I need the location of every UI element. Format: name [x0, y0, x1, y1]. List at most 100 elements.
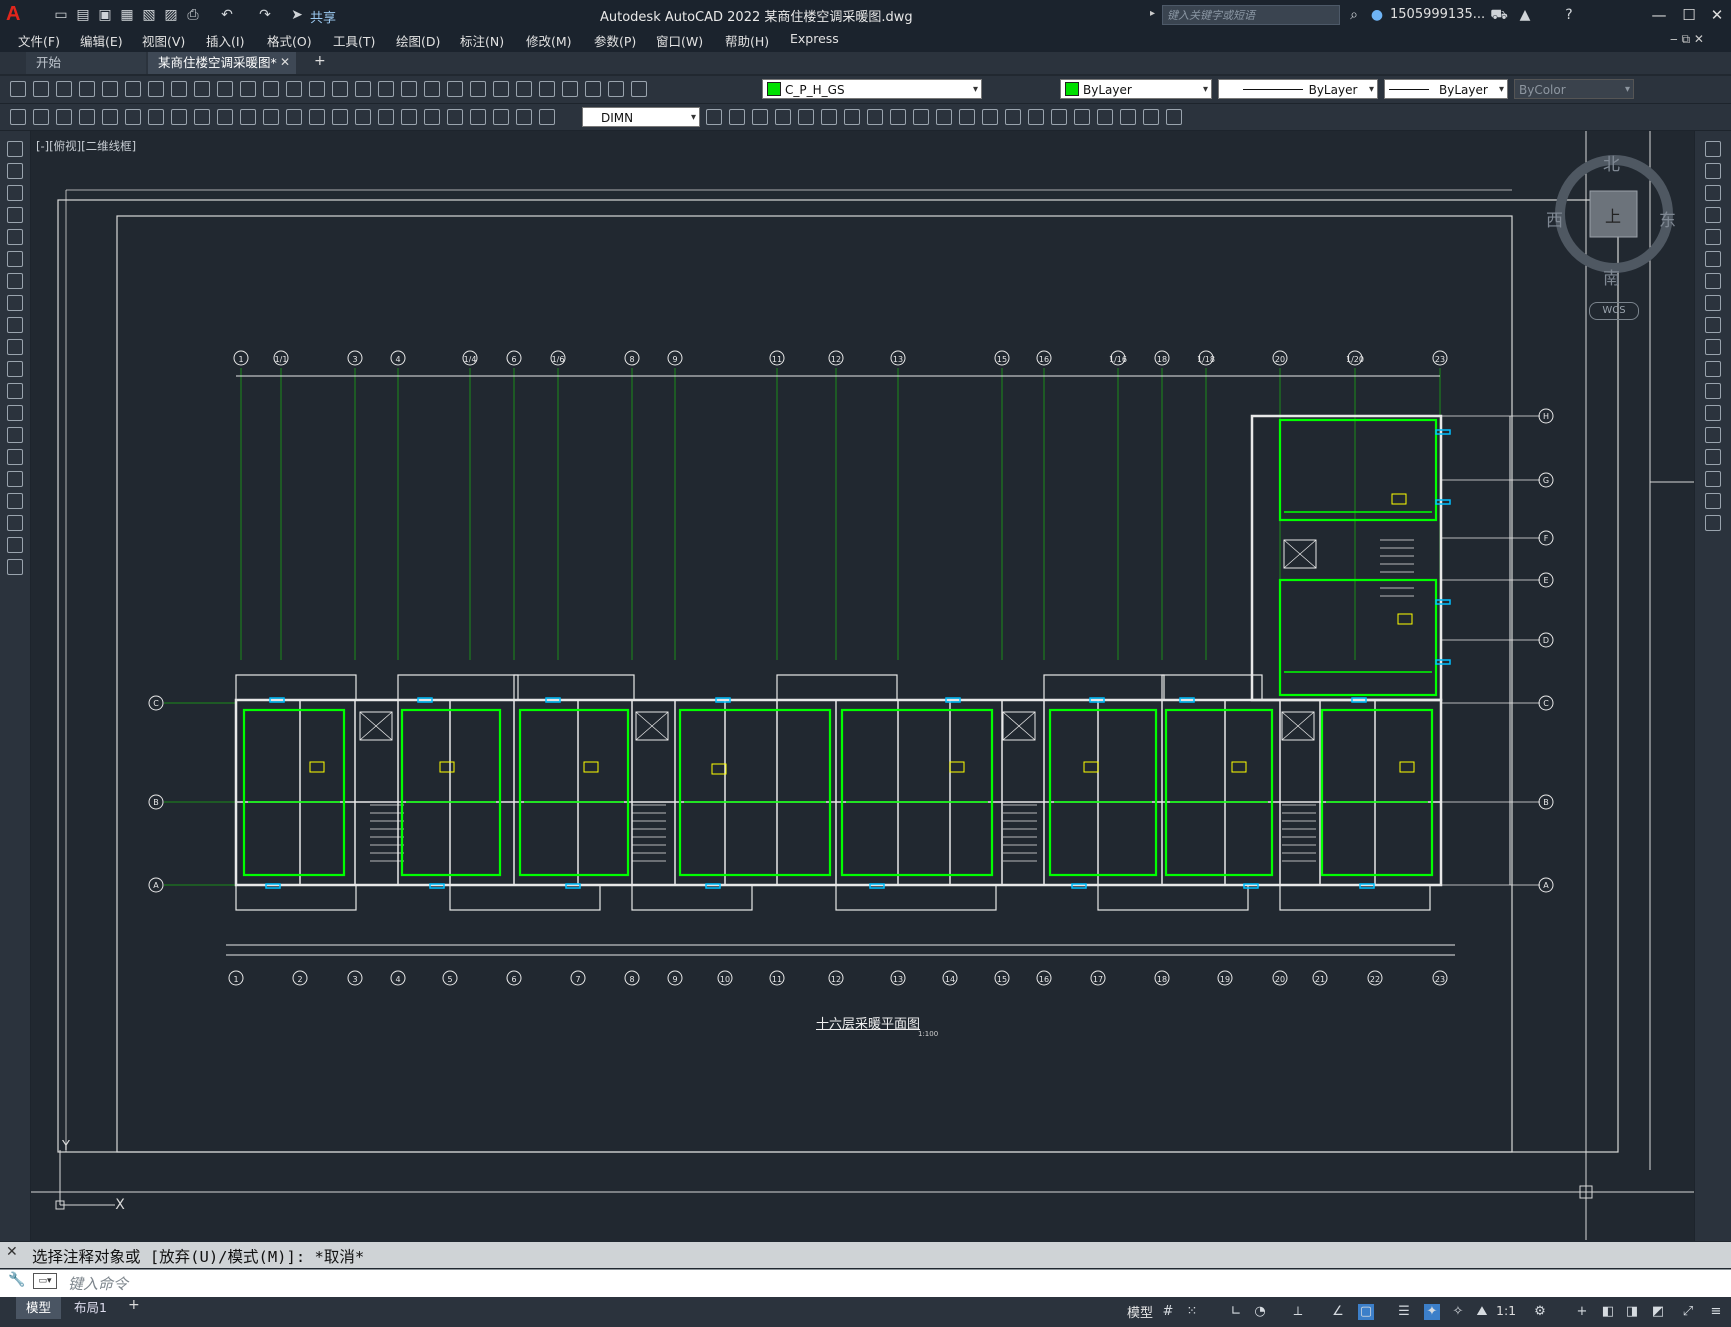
axis-label: 20: [1275, 975, 1285, 984]
customize-wrench-icon[interactable]: 🔧: [8, 1272, 25, 1288]
axis-label: 1/4: [464, 355, 477, 364]
command-prompt-icon[interactable]: ▭▾: [33, 1273, 57, 1289]
command-input[interactable]: 键入命令: [68, 1273, 128, 1294]
wcs-menu[interactable]: WCS: [1589, 302, 1639, 320]
viewcube-top-face[interactable]: 上: [1605, 203, 1621, 227]
isodraft-icon[interactable]: ⟂: [1290, 1304, 1306, 1320]
annotation-visibility-icon[interactable]: ✦: [1424, 1304, 1440, 1320]
drawing-scale: 1:100: [918, 1030, 939, 1038]
axis-label: F: [1544, 534, 1549, 543]
annotation-scale[interactable]: 1:1: [1496, 1303, 1516, 1318]
axis-label: 11: [772, 355, 782, 364]
balcony: [1043, 674, 1165, 701]
axis-label: 1/6: [552, 355, 565, 364]
auto-scale-icon[interactable]: ✧: [1450, 1304, 1466, 1320]
isolate-objects-icon[interactable]: ◩: [1650, 1304, 1666, 1320]
axis-label: 1/1: [275, 355, 288, 364]
room-tag: [439, 761, 455, 773]
axis-label: 1/18: [1197, 355, 1215, 364]
clean-screen-icon[interactable]: ⤢: [1680, 1304, 1696, 1320]
axis-label: B: [153, 798, 159, 807]
model-space-toggle[interactable]: 模型: [1127, 1302, 1153, 1321]
close-command-icon[interactable]: ✕: [6, 1244, 18, 1260]
axis-label: C: [153, 699, 159, 708]
heating-pipe-loop: [1320, 708, 1434, 877]
axis-label: 13: [893, 975, 903, 984]
units-icon[interactable]: ◧: [1600, 1304, 1616, 1320]
annotation-monitor-icon[interactable]: +: [1574, 1304, 1590, 1320]
axis-label: 16: [1039, 355, 1049, 364]
axis-label: 12: [831, 355, 841, 364]
axis-label: 12: [831, 975, 841, 984]
axis-label: 15: [997, 975, 1007, 984]
axis-label: 15: [997, 355, 1007, 364]
axis-label: 4: [395, 975, 400, 984]
drawing-title: 十六层采暖平面图: [816, 1017, 921, 1032]
axis-label: 21: [1315, 975, 1325, 984]
ortho-icon[interactable]: ∟: [1228, 1304, 1244, 1320]
outer-frame: [57, 199, 1619, 1153]
object-snap-icon[interactable]: ∠: [1330, 1304, 1346, 1320]
balcony: [776, 674, 898, 701]
axis-label: 22: [1370, 975, 1380, 984]
axis-label: C: [1543, 699, 1549, 708]
axis-label: 9: [672, 355, 677, 364]
axis-label: 3: [352, 975, 357, 984]
radiator: [1435, 429, 1451, 435]
axis-label: 19: [1220, 975, 1230, 984]
room-tag: [309, 761, 325, 773]
heating-pipe-loop: [1278, 418, 1438, 522]
axis-label: 8: [629, 975, 634, 984]
grid-icon[interactable]: #: [1160, 1304, 1176, 1320]
room-tag: [1231, 761, 1247, 773]
balcony: [1279, 884, 1431, 911]
axis-label: 6: [511, 355, 516, 364]
axis-label: 23: [1435, 355, 1445, 364]
viewport-controls[interactable]: [-][俯视][二维线框]: [36, 138, 136, 154]
workspace-gear-icon[interactable]: ⚙: [1532, 1304, 1548, 1320]
axis-label: E: [1543, 576, 1548, 585]
axis-label: 1: [233, 975, 238, 984]
radiator: [1435, 499, 1451, 505]
heating-pipe-loop: [1048, 708, 1158, 877]
axis-label: 4: [395, 355, 400, 364]
radiator: [1435, 659, 1451, 665]
axis-label: 10: [720, 975, 730, 984]
quick-properties-icon[interactable]: ◨: [1624, 1304, 1640, 1320]
axis-label: 1/16: [1109, 355, 1127, 364]
status-bar: [0, 1297, 1731, 1327]
axis-label: H: [1543, 412, 1549, 421]
axis-label: B: [1543, 798, 1549, 807]
customization-icon[interactable]: ≡: [1708, 1304, 1724, 1320]
compass-south[interactable]: 南: [1603, 264, 1620, 289]
compass-west[interactable]: 西: [1546, 206, 1563, 231]
command-input-bar[interactable]: [0, 1269, 1731, 1297]
ucs-y-label: Y: [61, 1139, 70, 1154]
add-layout-icon[interactable]: +: [128, 1297, 140, 1313]
heating-pipe-loop: [400, 708, 502, 877]
heating-pipe-loop: [1164, 708, 1274, 877]
tab-layout1[interactable]: 布局1: [64, 1297, 117, 1319]
annotation-scale-icon[interactable]: ⛰: [1474, 1304, 1490, 1320]
room-tag: [1083, 761, 1099, 773]
lineweight-icon[interactable]: ☰: [1396, 1304, 1412, 1320]
compass-east[interactable]: 东: [1659, 206, 1676, 231]
compass-north[interactable]: 北: [1603, 150, 1620, 175]
axis-label: 8: [629, 355, 634, 364]
balcony: [631, 884, 753, 911]
room-tag: [1397, 613, 1413, 625]
polar-icon[interactable]: ◔: [1252, 1304, 1268, 1320]
balcony: [1161, 674, 1263, 701]
snap-icon[interactable]: ⁙: [1184, 1304, 1200, 1320]
axis-label: A: [1543, 881, 1549, 890]
axis-label: 3: [352, 355, 357, 364]
axis-label: 18: [1157, 975, 1167, 984]
selection-cycling-icon[interactable]: ▢: [1358, 1304, 1374, 1320]
inner-frame: [116, 215, 1513, 1153]
balcony: [1097, 884, 1249, 911]
building-main-wall: [234, 698, 1443, 887]
axis-label: 9: [672, 975, 677, 984]
tab-model[interactable]: 模型: [16, 1297, 62, 1319]
axis-label: 16: [1039, 975, 1049, 984]
balcony: [513, 674, 635, 701]
